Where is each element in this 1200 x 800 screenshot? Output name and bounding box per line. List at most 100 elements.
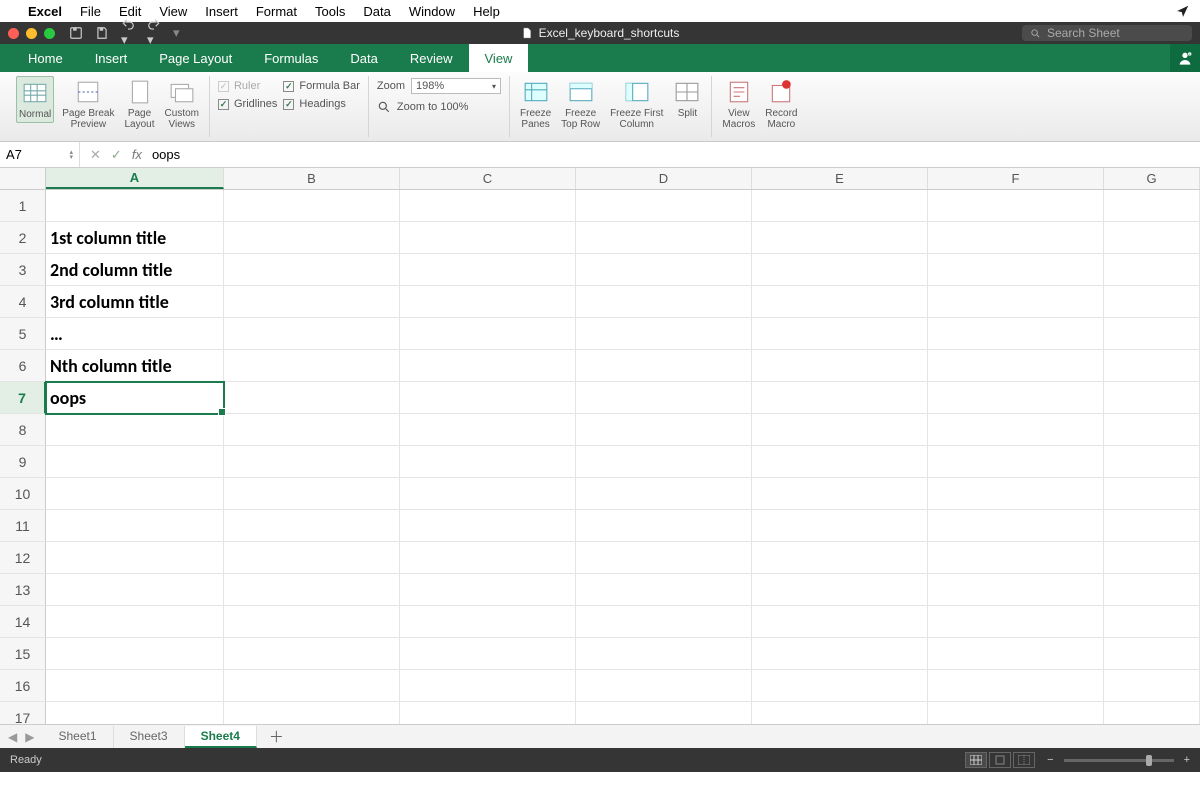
freeze-toprow-button[interactable]: Freeze Top Row xyxy=(559,76,602,132)
cell-E9[interactable] xyxy=(752,446,928,478)
cell-F17[interactable] xyxy=(928,702,1104,724)
save-icon[interactable] xyxy=(95,26,109,40)
row-header-1[interactable]: 1 xyxy=(0,190,46,222)
cell-B12[interactable] xyxy=(224,542,400,574)
row-header-8[interactable]: 8 xyxy=(0,414,46,446)
menu-help[interactable]: Help xyxy=(473,4,500,19)
cell-A7[interactable]: oops xyxy=(46,382,224,414)
minimize-button[interactable] xyxy=(26,28,37,39)
cell-B16[interactable] xyxy=(224,670,400,702)
cell-C6[interactable] xyxy=(400,350,576,382)
cell-E17[interactable] xyxy=(752,702,928,724)
cell-A14[interactable] xyxy=(46,606,224,638)
cell-B2[interactable] xyxy=(224,222,400,254)
cell-F14[interactable] xyxy=(928,606,1104,638)
cell-B10[interactable] xyxy=(224,478,400,510)
sheet-prev-icon[interactable]: ◀ xyxy=(8,730,17,744)
sheet-next-icon[interactable]: ▶ xyxy=(25,730,34,744)
cell-C3[interactable] xyxy=(400,254,576,286)
cell-C8[interactable] xyxy=(400,414,576,446)
cell-D4[interactable] xyxy=(576,286,752,318)
menu-edit[interactable]: Edit xyxy=(119,4,141,19)
cell-A1[interactable] xyxy=(46,190,224,222)
row-header-10[interactable]: 10 xyxy=(0,478,46,510)
tab-review[interactable]: Review xyxy=(394,44,469,72)
cell-C15[interactable] xyxy=(400,638,576,670)
col-header-D[interactable]: D xyxy=(576,168,752,189)
menu-insert[interactable]: Insert xyxy=(205,4,238,19)
cell-A16[interactable] xyxy=(46,670,224,702)
menu-window[interactable]: Window xyxy=(409,4,455,19)
cell-E10[interactable] xyxy=(752,478,928,510)
cell-G3[interactable] xyxy=(1104,254,1200,286)
cell-E14[interactable] xyxy=(752,606,928,638)
redo-icon[interactable]: ▾ xyxy=(147,18,161,48)
cell-F2[interactable] xyxy=(928,222,1104,254)
cell-G14[interactable] xyxy=(1104,606,1200,638)
cell-D13[interactable] xyxy=(576,574,752,606)
cell-B4[interactable] xyxy=(224,286,400,318)
cell-C14[interactable] xyxy=(400,606,576,638)
freeze-firstcol-button[interactable]: Freeze First Column xyxy=(608,76,665,132)
cell-B8[interactable] xyxy=(224,414,400,446)
cell-D16[interactable] xyxy=(576,670,752,702)
row-header-7[interactable]: 7 xyxy=(0,382,46,414)
normal-view-button[interactable]: Normal xyxy=(16,76,54,123)
pagelayout-button[interactable]: Page Layout xyxy=(123,76,157,132)
headings-checkbox[interactable]: ✓Headings xyxy=(283,98,360,110)
cell-F16[interactable] xyxy=(928,670,1104,702)
enter-icon[interactable]: ✓ xyxy=(111,147,122,163)
cell-A17[interactable] xyxy=(46,702,224,724)
sheet-tab-sheet4[interactable]: Sheet4 xyxy=(185,726,257,748)
cell-D14[interactable] xyxy=(576,606,752,638)
cell-G16[interactable] xyxy=(1104,670,1200,702)
cell-B3[interactable] xyxy=(224,254,400,286)
customviews-button[interactable]: Custom Views xyxy=(163,76,201,132)
location-icon[interactable] xyxy=(1176,4,1190,18)
app-name[interactable]: Excel xyxy=(28,4,62,19)
cell-G4[interactable] xyxy=(1104,286,1200,318)
cell-C5[interactable] xyxy=(400,318,576,350)
cell-E15[interactable] xyxy=(752,638,928,670)
cell-C1[interactable] xyxy=(400,190,576,222)
cell-E4[interactable] xyxy=(752,286,928,318)
add-sheet-button[interactable]: ＋ xyxy=(257,726,296,747)
tab-data[interactable]: Data xyxy=(334,44,393,72)
cell-B6[interactable] xyxy=(224,350,400,382)
cell-F6[interactable] xyxy=(928,350,1104,382)
view-macros-button[interactable]: View Macros xyxy=(720,76,757,132)
cell-B1[interactable] xyxy=(224,190,400,222)
cell-A8[interactable] xyxy=(46,414,224,446)
cell-G15[interactable] xyxy=(1104,638,1200,670)
col-header-A[interactable]: A xyxy=(46,168,224,189)
normal-layout-icon[interactable] xyxy=(965,752,987,768)
tab-view[interactable]: View xyxy=(469,44,529,72)
col-header-C[interactable]: C xyxy=(400,168,576,189)
menu-format[interactable]: Format xyxy=(256,4,297,19)
tab-pagelayout[interactable]: Page Layout xyxy=(143,44,248,72)
cell-B9[interactable] xyxy=(224,446,400,478)
col-header-B[interactable]: B xyxy=(224,168,400,189)
formulabar-checkbox[interactable]: ✓Formula Bar xyxy=(283,80,360,92)
row-header-16[interactable]: 16 xyxy=(0,670,46,702)
zoom-in-button[interactable]: + xyxy=(1184,754,1190,766)
cell-A4[interactable]: 3rd column title xyxy=(46,286,224,318)
cell-E6[interactable] xyxy=(752,350,928,382)
cell-D1[interactable] xyxy=(576,190,752,222)
cell-G7[interactable] xyxy=(1104,382,1200,414)
sheet-tab-sheet3[interactable]: Sheet3 xyxy=(114,726,185,748)
row-header-4[interactable]: 4 xyxy=(0,286,46,318)
cell-E1[interactable] xyxy=(752,190,928,222)
row-header-6[interactable]: 6 xyxy=(0,350,46,382)
record-macro-button[interactable]: Record Macro xyxy=(763,76,799,132)
cell-B7[interactable] xyxy=(224,382,400,414)
cell-D17[interactable] xyxy=(576,702,752,724)
autosave-icon[interactable] xyxy=(69,26,83,40)
cell-A15[interactable] xyxy=(46,638,224,670)
cell-D10[interactable] xyxy=(576,478,752,510)
pagebreak-button[interactable]: Page Break Preview xyxy=(60,76,116,132)
cell-G8[interactable] xyxy=(1104,414,1200,446)
row-header-11[interactable]: 11 xyxy=(0,510,46,542)
close-button[interactable] xyxy=(8,28,19,39)
cell-B13[interactable] xyxy=(224,574,400,606)
